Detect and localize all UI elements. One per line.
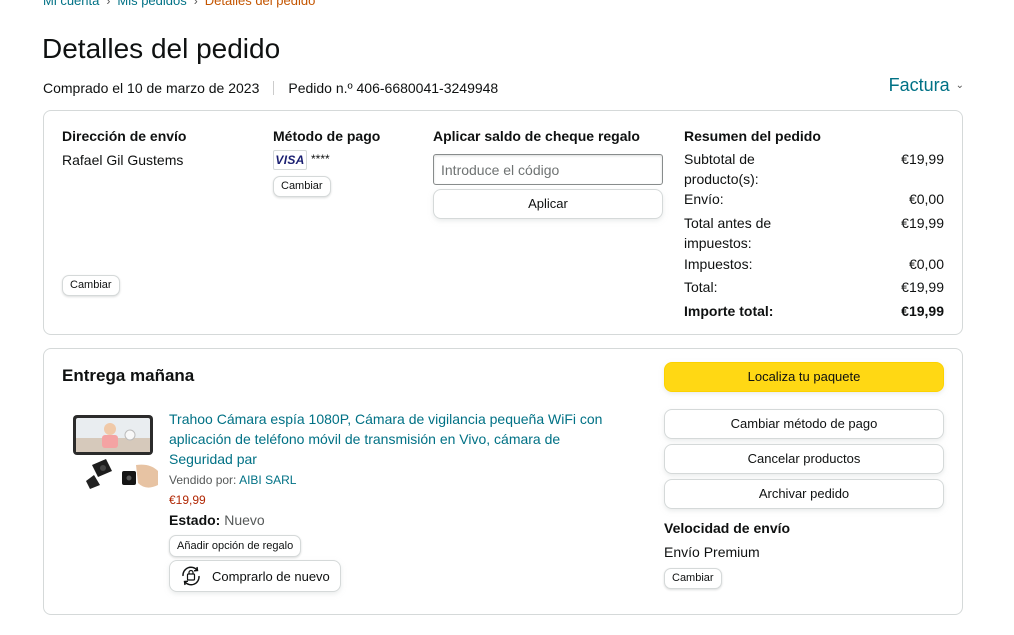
seller-line: Vendido por: AIBI SARL — [169, 473, 296, 487]
order-date: Comprado el 10 de marzo de 2023 — [43, 80, 260, 96]
summary-label: Total: — [684, 279, 718, 295]
buy-again-button[interactable]: Comprarlo de nuevo — [169, 560, 341, 592]
payment-method-title: Método de pago — [273, 128, 381, 144]
archive-order-button[interactable]: Archivar pedido — [664, 479, 944, 509]
change-payment-method-button[interactable]: Cambiar método de pago — [664, 409, 944, 439]
chevron-right-icon: › — [193, 0, 198, 8]
track-package-button[interactable]: Localiza tu paquete — [664, 362, 944, 392]
summary-value: €19,99 — [901, 151, 944, 167]
summary-label: Envío: — [684, 191, 724, 207]
card-digits: **** — [311, 152, 330, 166]
gift-code-input[interactable] — [433, 154, 663, 185]
gift-card-title: Aplicar saldo de cheque regalo — [433, 128, 640, 144]
summary-value: €19,99 — [901, 279, 944, 295]
condition-label: Estado: — [169, 512, 221, 528]
delivery-title: Entrega mañana — [62, 366, 195, 385]
summary-label: Total antes de impuestos: — [684, 215, 772, 251]
order-info-box: Dirección de envío Rafael Gil Gustems Ca… — [43, 110, 963, 335]
breadcrumb: Mi cuenta › Mis pedidos › Detalles del pedid… — [43, 0, 315, 8]
visa-card-icon: VISA — [273, 150, 307, 170]
change-address-button[interactable]: Cambiar — [62, 275, 120, 296]
chevron-right-icon: › — [106, 0, 111, 8]
shipping-name: Rafael Gil Gustems — [62, 152, 184, 168]
delivery-box: Entrega mañana Trahoo Cámara espía 1080P… — [43, 348, 963, 615]
apply-gift-button[interactable]: Aplicar — [433, 189, 663, 219]
page-title: Detalles del pedido — [42, 33, 281, 64]
condition-value: Nuevo — [224, 512, 265, 528]
summary-label: Importe total: — [684, 303, 774, 319]
summary-value: €19,99 — [901, 303, 944, 319]
sold-by-label: Vendido por: — [169, 473, 237, 487]
buy-again-icon — [182, 566, 200, 586]
product-price: €19,99 — [169, 493, 206, 507]
cancel-items-button[interactable]: Cancelar productos — [664, 444, 944, 474]
shipping-speed-title: Velocidad de envío — [664, 520, 791, 536]
meta-divider — [273, 81, 275, 95]
seller-link[interactable]: AIBI SARL — [239, 473, 296, 487]
chevron-down-icon: ⌄ — [955, 80, 964, 91]
shipping-speed-value: Envío Premium — [664, 544, 760, 560]
add-gift-option-button[interactable]: Añadir opción de regalo — [169, 535, 302, 557]
product-image[interactable] — [72, 413, 160, 497]
product-condition: Estado: Nuevo — [169, 512, 265, 528]
change-shipping-speed-button[interactable]: Cambiar — [664, 568, 722, 589]
invoice-label: Factura — [888, 75, 950, 95]
order-number: Pedido n.º 406-6680041-3249948 — [288, 80, 499, 96]
summary-value: €0,00 — [908, 191, 944, 207]
summary-label: Subtotal de producto(s): — [684, 151, 759, 187]
summary-value: €19,99 — [901, 215, 944, 231]
shipping-address-title: Dirección de envío — [62, 128, 187, 144]
change-payment-button[interactable]: Cambiar — [273, 176, 331, 197]
breadcrumb-current: Detalles del pedido — [204, 0, 316, 8]
order-meta: Comprado el 10 de marzo de 2023 Pedido n… — [43, 80, 498, 96]
order-summary-title: Resumen del pedido — [684, 128, 821, 144]
summary-label: Impuestos: — [684, 256, 753, 272]
breadcrumb-my-orders[interactable]: Mis pedidos — [117, 0, 186, 8]
invoice-dropdown[interactable]: Factura ⌄ — [889, 75, 964, 96]
buy-again-label: Comprarlo de nuevo — [212, 568, 330, 584]
product-title-link[interactable]: Trahoo Cámara espía 1080P, Cámara de vig… — [169, 409, 609, 469]
breadcrumb-my-account[interactable]: Mi cuenta — [43, 0, 99, 8]
summary-value: €0,00 — [908, 256, 944, 272]
